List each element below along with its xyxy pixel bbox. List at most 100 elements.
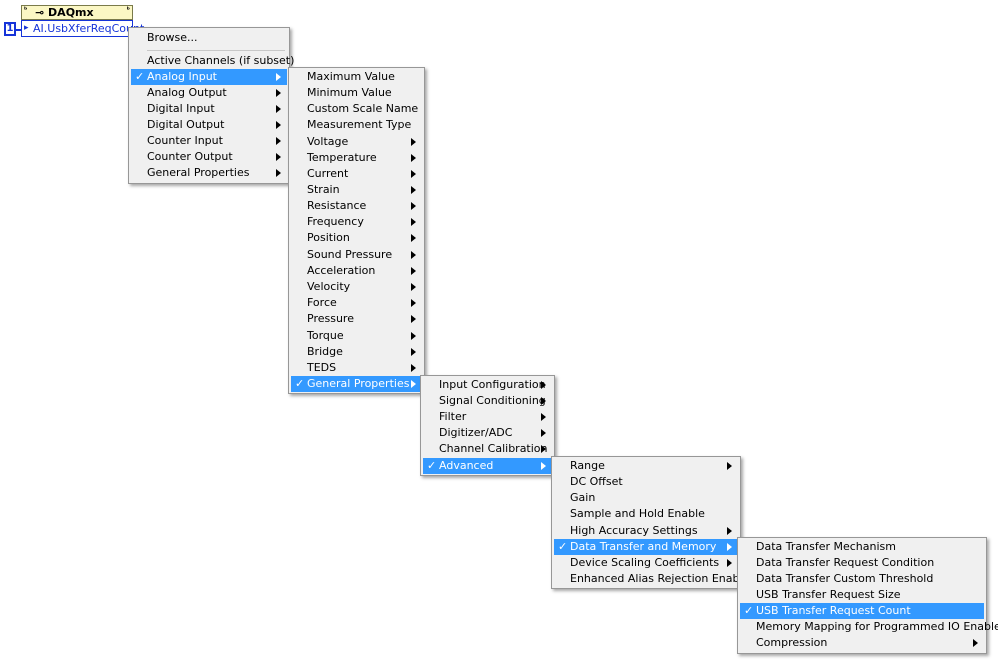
submenu-arrow-icon [727, 543, 732, 551]
menu-item-gain[interactable]: Gain [554, 490, 738, 506]
submenu-arrow-icon [276, 121, 281, 129]
menu-item-browse[interactable]: Browse... [131, 30, 287, 46]
checkmark-icon: ✓ [558, 540, 568, 553]
submenu-arrow-icon [411, 154, 416, 162]
menu-item-data-transfer-request-condition[interactable]: Data Transfer Request Condition [740, 555, 984, 571]
submenu-arrow-icon [411, 380, 416, 388]
menu-item-enhanced-alias-rejection-enable[interactable]: Enhanced Alias Rejection Enable [554, 571, 749, 587]
submenu-arrow-icon [541, 397, 546, 405]
menu-item-ai-general-properties[interactable]: ✓ General Properties [291, 376, 422, 392]
submenu-arrow-icon [541, 381, 546, 389]
menu-item-maximum-value[interactable]: Maximum Value [291, 69, 422, 85]
menu-item-range[interactable]: Range [554, 458, 738, 474]
property-node[interactable]: ᵇ ⊸ DAQmx Channel ᵇ ▸ AI.UsbXferReqCount [21, 5, 144, 37]
numeric-constant[interactable]: 1 [4, 22, 16, 36]
menu-separator [147, 50, 285, 51]
context-menu-level-5: Data Transfer Mechanism Data Transfer Re… [737, 537, 998, 654]
submenu-arrow-icon [411, 251, 416, 259]
menu-item-pressure[interactable]: Pressure [291, 311, 422, 327]
submenu-arrow-icon [411, 283, 416, 291]
submenu-arrow-icon [276, 105, 281, 113]
submenu-arrow-icon [411, 186, 416, 194]
submenu-arrow-icon [411, 170, 416, 178]
menu-item-advanced[interactable]: ✓ Advanced [423, 458, 552, 474]
menu-item-resistance[interactable]: Resistance [291, 198, 422, 214]
submenu-arrow-icon [276, 169, 281, 177]
menu-item-sample-and-hold-enable[interactable]: Sample and Hold Enable [554, 506, 738, 522]
menu-item-voltage[interactable]: Voltage [291, 134, 422, 150]
submenu-arrow-icon [276, 153, 281, 161]
submenu-arrow-icon [541, 429, 546, 437]
menu-item-digital-output[interactable]: Digital Output [131, 117, 287, 133]
menu-item-velocity[interactable]: Velocity [291, 279, 422, 295]
submenu-arrow-icon [276, 73, 281, 81]
submenu-arrow-icon [411, 364, 416, 372]
context-menu-level-1: Browse... Active Channels (if subset) ✓ A… [128, 27, 294, 184]
menu-item-compression[interactable]: Compression [740, 635, 984, 651]
menu-item-memory-mapping-for-programmed-io-enable[interactable]: Memory Mapping for Programmed IO Enable [740, 619, 998, 635]
menu-item-usb-transfer-request-size[interactable]: USB Transfer Request Size [740, 587, 984, 603]
menu-item-current[interactable]: Current [291, 166, 422, 182]
menu-item-counter-output[interactable]: Counter Output [131, 149, 287, 165]
checkmark-icon: ✓ [135, 70, 145, 83]
property-node-header[interactable]: ᵇ ⊸ DAQmx Channel ᵇ [21, 5, 133, 32]
submenu-arrow-icon [541, 462, 546, 470]
menu-item-minimum-value[interactable]: Minimum Value [291, 85, 422, 101]
submenu-arrow-icon [411, 138, 416, 146]
submenu-arrow-icon [411, 348, 416, 356]
menu-item-digital-input[interactable]: Digital Input [131, 101, 287, 117]
submenu-arrow-icon [727, 462, 732, 470]
checkmark-icon: ✓ [295, 377, 305, 390]
submenu-arrow-icon [411, 315, 416, 323]
submenu-arrow-icon [411, 234, 416, 242]
menu-item-position[interactable]: Position [291, 230, 422, 246]
menu-item-torque[interactable]: Torque [291, 328, 422, 344]
menu-item-bridge[interactable]: Bridge [291, 344, 422, 360]
menu-item-device-scaling-coefficients[interactable]: Device Scaling Coefficients [554, 555, 738, 571]
submenu-arrow-icon [973, 639, 978, 647]
context-menu-level-3: Input Configuration Signal Conditioning … [420, 375, 555, 476]
menu-item-active-channels[interactable]: Active Channels (if subset) [131, 53, 294, 69]
menu-item-data-transfer-mechanism[interactable]: Data Transfer Mechanism [740, 539, 984, 555]
menu-item-acceleration[interactable]: Acceleration [291, 263, 422, 279]
menu-item-dc-offset[interactable]: DC Offset [554, 474, 738, 490]
submenu-arrow-icon [411, 299, 416, 307]
menu-item-analog-input[interactable]: ✓ Analog Input [131, 69, 287, 85]
menu-item-signal-conditioning[interactable]: Signal Conditioning [423, 393, 552, 409]
submenu-arrow-icon [276, 137, 281, 145]
menu-item-measurement-type[interactable]: Measurement Type [291, 117, 422, 133]
menu-item-sound-pressure[interactable]: Sound Pressure [291, 247, 422, 263]
menu-item-force[interactable]: Force [291, 295, 422, 311]
menu-item-custom-scale-name[interactable]: Custom Scale Name [291, 101, 422, 117]
menu-item-filter[interactable]: Filter [423, 409, 552, 425]
menu-item-strain[interactable]: Strain [291, 182, 422, 198]
submenu-arrow-icon [276, 89, 281, 97]
context-menu-level-2: Maximum Value Minimum Value Custom Scale… [288, 67, 425, 394]
submenu-arrow-icon [411, 218, 416, 226]
menu-item-general-properties[interactable]: General Properties [131, 165, 287, 181]
context-menu-level-4: Range DC Offset Gain Sample and Hold Ena… [551, 456, 749, 589]
submenu-arrow-icon [411, 267, 416, 275]
property-node-item[interactable]: ▸ AI.UsbXferReqCount [21, 20, 144, 37]
menu-item-data-transfer-custom-threshold[interactable]: Data Transfer Custom Threshold [740, 571, 984, 587]
menu-item-counter-input[interactable]: Counter Input [131, 133, 287, 149]
submenu-arrow-icon [541, 445, 546, 453]
menu-item-teds[interactable]: TEDS [291, 360, 422, 376]
submenu-arrow-icon [727, 559, 732, 567]
menu-item-digitizer-adc[interactable]: Digitizer/ADC [423, 425, 552, 441]
menu-item-analog-output[interactable]: Analog Output [131, 85, 287, 101]
menu-item-input-configuration[interactable]: Input Configuration [423, 377, 552, 393]
reference-in-terminal-icon[interactable]: ᵇ [24, 7, 27, 14]
checkmark-icon: ✓ [744, 604, 754, 617]
menu-item-frequency[interactable]: Frequency [291, 214, 422, 230]
submenu-arrow-icon [411, 332, 416, 340]
menu-item-high-accuracy-settings[interactable]: High Accuracy Settings [554, 523, 738, 539]
reference-out-terminal-icon[interactable]: ᵇ [127, 7, 130, 14]
submenu-arrow-icon [541, 413, 546, 421]
menu-item-channel-calibration[interactable]: Channel Calibration [423, 441, 552, 457]
submenu-arrow-icon [727, 527, 732, 535]
submenu-arrow-icon [411, 202, 416, 210]
menu-item-usb-transfer-request-count[interactable]: ✓ USB Transfer Request Count [740, 603, 984, 619]
menu-item-data-transfer-and-memory[interactable]: ✓ Data Transfer and Memory [554, 539, 738, 555]
menu-item-temperature[interactable]: Temperature [291, 150, 422, 166]
